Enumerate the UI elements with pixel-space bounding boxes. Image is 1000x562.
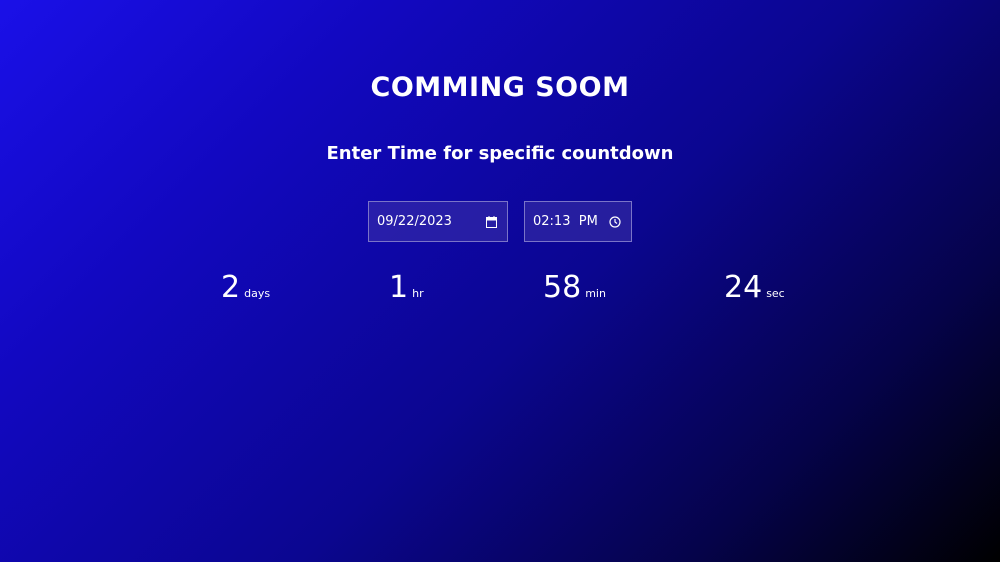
countdown-minutes: 58 min xyxy=(543,270,606,305)
countdown-seconds: 24 sec xyxy=(724,270,785,305)
date-input-value: 09/22/2023 xyxy=(377,214,452,229)
countdown-hours-label: hr xyxy=(412,287,424,300)
countdown-days-value: 2 xyxy=(221,270,241,305)
page-subtitle: Enter Time for specific countdown xyxy=(326,143,674,164)
time-input-value: 02:13 PM xyxy=(533,214,598,229)
countdown-days: 2 days xyxy=(221,270,270,305)
countdown-minutes-value: 58 xyxy=(543,270,582,305)
clock-icon[interactable] xyxy=(609,215,621,228)
countdown-hours: 1 hr xyxy=(389,270,424,305)
time-input[interactable]: 02:13 PM xyxy=(524,201,632,242)
countdown-hours-value: 1 xyxy=(389,270,409,305)
date-input[interactable]: 09/22/2023 xyxy=(368,201,508,242)
page-title: COMMING SOOM xyxy=(370,72,630,103)
countdown-seconds-value: 24 xyxy=(724,270,763,305)
countdown-seconds-label: sec xyxy=(766,287,785,300)
countdown-minutes-label: min xyxy=(585,287,606,300)
calendar-icon[interactable] xyxy=(485,215,497,228)
countdown-days-label: days xyxy=(244,287,271,300)
